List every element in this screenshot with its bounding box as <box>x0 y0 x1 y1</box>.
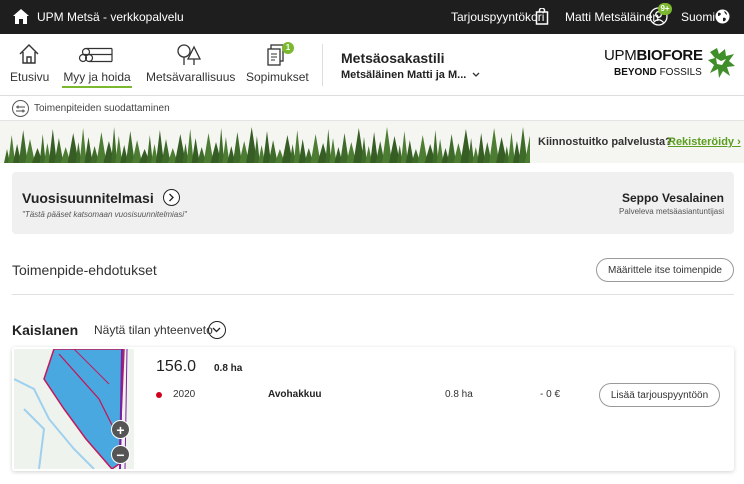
zoom-in-button[interactable]: + <box>111 420 130 439</box>
annual-plan-card[interactable]: Vuosisuunnitelmasi "Tästä pääset katsoma… <box>12 172 734 234</box>
suggestions-heading: Toimenpide-ehdotukset <box>12 262 157 278</box>
account-owner: Metsäläinen Matti ja M... <box>341 69 467 81</box>
stand-area: 0.8 ha <box>214 363 243 374</box>
nav-label: Sopimukset <box>246 70 309 84</box>
home-icon <box>19 44 39 64</box>
advisor-role: Palveleva metsäasiantuntijasi <box>619 207 724 216</box>
estate-summary-toggle[interactable]: Näytä tilan yhteenveto <box>94 323 213 337</box>
nav-label: Etusivu <box>10 70 50 84</box>
operation-area: 0.8 ha <box>445 389 473 400</box>
define-operation-button[interactable]: Määrittele itse toimenpide <box>596 258 734 282</box>
nav-item-sell-and-manage[interactable]: Myy ja hoida <box>62 34 132 96</box>
status-dot-icon <box>156 392 162 398</box>
chevron-right-icon[interactable] <box>163 189 180 206</box>
chevron-down-icon <box>472 72 480 78</box>
nav-label: Metsävarallisuus <box>146 70 236 84</box>
chevron-down-icon[interactable] <box>208 321 226 339</box>
logo-line-1: UPMBIOFORE <box>604 47 703 64</box>
logs-icon <box>78 47 113 63</box>
stand-id: 156.0 <box>156 358 197 375</box>
cart-link[interactable]: Tarjouspyyntökori <box>451 10 544 24</box>
divider <box>12 294 734 295</box>
estate-name: Kaislanen <box>12 322 79 338</box>
filter-bar[interactable]: Toimenpiteiden suodattaminen <box>0 97 744 121</box>
stand-card: + − 156.0 0.8 ha 2020 Avohakkuu 0.8 ha -… <box>12 347 734 471</box>
banner-question: Kiinnostuitko palvelusta? <box>538 136 672 148</box>
trees-icon <box>177 44 202 65</box>
nav-item-home[interactable]: Etusivu <box>10 34 50 96</box>
operation-year: 2020 <box>173 389 196 400</box>
forest-illustration <box>4 127 530 163</box>
operation-value: - 0 € <box>540 389 561 400</box>
register-link[interactable]: Rekisteröidy › <box>668 136 741 148</box>
filter-icon[interactable] <box>12 100 29 117</box>
nav-label: Myy ja hoida <box>62 70 132 88</box>
nav-item-forest-assets[interactable]: Metsävarallisuus <box>146 34 236 96</box>
registration-banner: Kiinnostuitko palvelusta? Rekisteröidy › <box>0 121 744 163</box>
annual-plan-subtitle: "Tästä pääset katsomaan vuosisuunnitelmi… <box>22 210 187 219</box>
globe-icon[interactable] <box>715 9 730 24</box>
logo-line-2: BEYOND FOSSILS <box>614 67 702 78</box>
cart-icon[interactable] <box>535 8 549 25</box>
site-title[interactable]: UPM Metsä - verkkopalvelu <box>37 10 184 24</box>
nav-item-contracts[interactable]: 1 Sopimukset <box>246 34 309 96</box>
contracts-badge: 1 <box>282 42 294 54</box>
account-selector[interactable]: Metsäläinen Matti ja M... <box>341 69 480 81</box>
add-to-quote-button[interactable]: Lisää tarjouspyyntöön <box>599 383 720 407</box>
account-title: Metsäosakastili <box>341 50 445 66</box>
main-navigation: Etusivu Myy ja hoida Metsävarallisuus 1 … <box>0 34 744 96</box>
filter-label[interactable]: Toimenpiteiden suodattaminen <box>34 103 170 114</box>
top-bar: UPM Metsä - verkkopalvelu Tarjouspyyntök… <box>0 0 744 34</box>
stand-map[interactable]: + − <box>14 349 134 469</box>
upm-logo[interactable]: UPMBIOFORE BEYOND FOSSILS <box>604 46 736 84</box>
griffin-logo-icon <box>708 48 735 78</box>
operation-type: Avohakkuu <box>268 389 322 400</box>
advisor-name: Seppo Vesalainen <box>621 191 724 205</box>
nav-divider <box>322 44 323 86</box>
user-menu[interactable]: Matti Metsäläinen <box>565 10 659 24</box>
notification-badge: 9+ <box>658 3 672 15</box>
language-selector[interactable]: Suomi <box>681 10 715 24</box>
annual-plan-title[interactable]: Vuosisuunnitelmasi <box>22 190 154 206</box>
home-icon[interactable] <box>12 8 30 25</box>
zoom-out-button[interactable]: − <box>111 445 130 464</box>
